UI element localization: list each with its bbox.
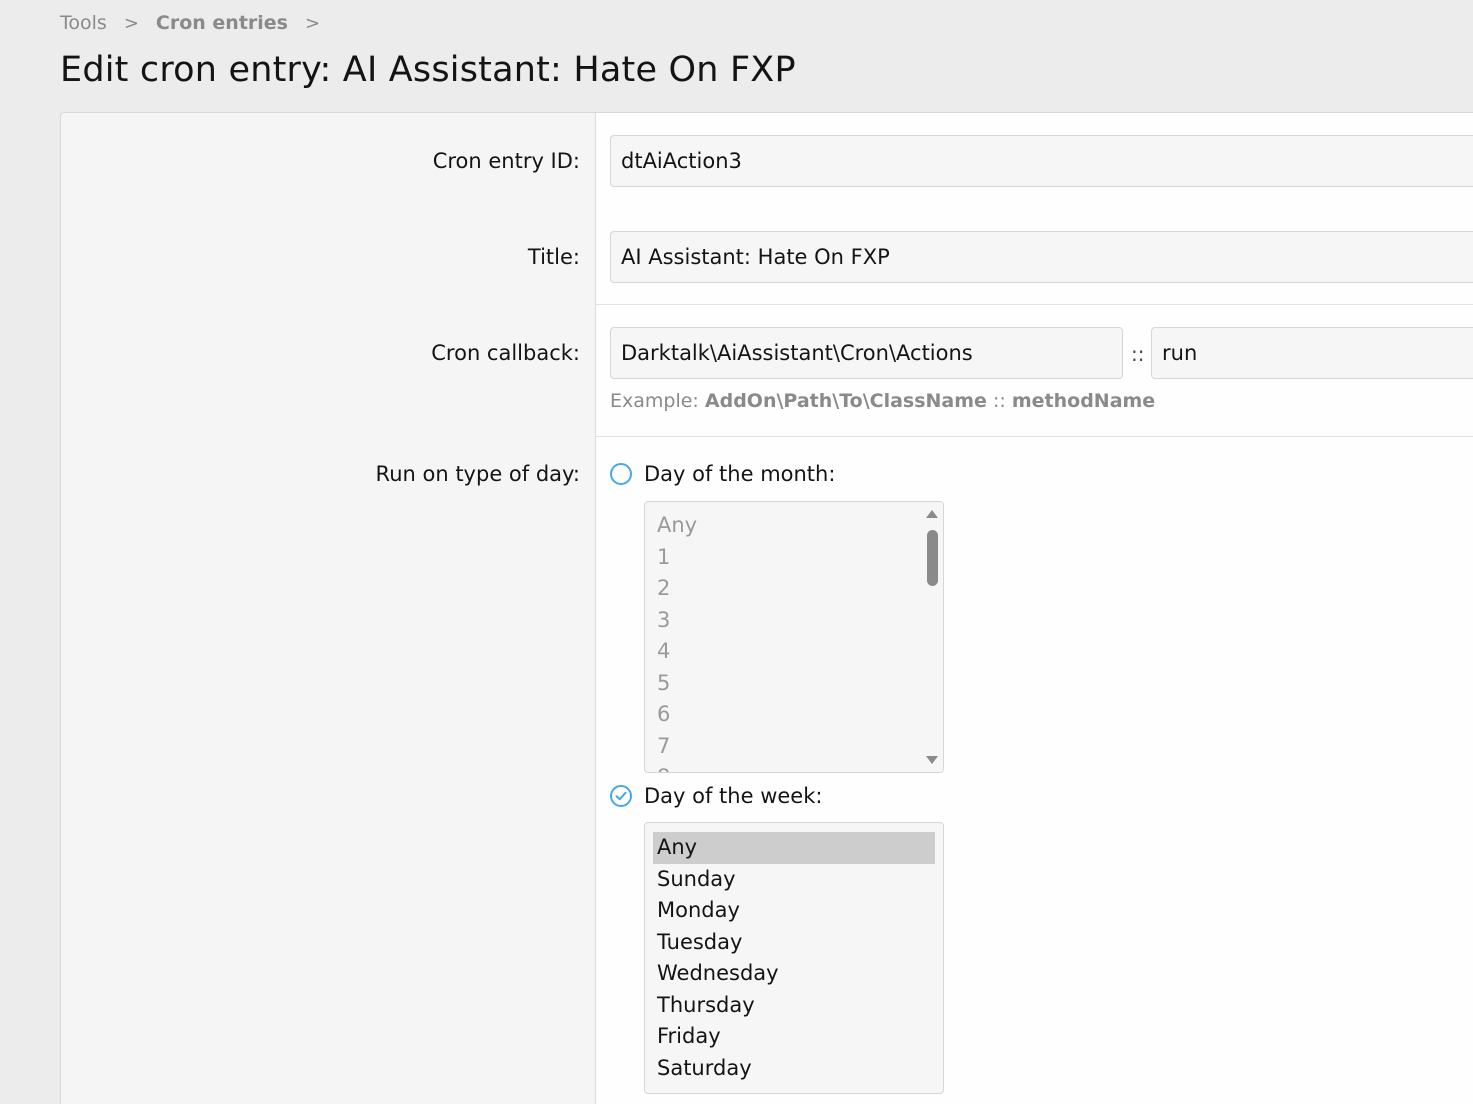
list-option[interactable]: 7 <box>645 731 943 763</box>
row-divider <box>595 436 1473 437</box>
checkmark-icon <box>615 791 627 801</box>
hint-separator: :: <box>992 390 1006 412</box>
title-label: Title: <box>527 245 580 269</box>
callback-separator: :: <box>1131 342 1145 366</box>
hint-method: methodName <box>1011 390 1156 412</box>
callback-method-input[interactable]: run <box>1151 327 1473 379</box>
day-of-month-radio[interactable] <box>610 463 632 485</box>
hint-prefix: Example: <box>610 390 699 412</box>
list-option[interactable]: Wednesday <box>645 958 943 990</box>
chevron-right-icon: > <box>123 12 139 34</box>
list-option[interactable]: Thursday <box>645 990 943 1022</box>
list-option[interactable]: Any <box>645 510 943 542</box>
day-of-week-radio[interactable] <box>610 785 632 807</box>
list-option[interactable]: Sunday <box>645 864 943 896</box>
day-of-week-label: Day of the week: <box>644 784 823 808</box>
page: Tools > Cron entries > Edit cron entry: … <box>0 0 1473 1104</box>
form-label-column <box>61 113 595 1104</box>
cron-entry-id-input[interactable]: dtAiAction3 <box>610 135 1473 187</box>
breadcrumb: Tools > Cron entries > <box>60 12 337 34</box>
scroll-down-arrow-icon[interactable] <box>926 756 938 764</box>
title-input[interactable]: AI Assistant: Hate On FXP <box>610 231 1473 283</box>
list-option[interactable]: Tuesday <box>645 927 943 959</box>
day-of-week-option[interactable]: Day of the week: <box>610 784 822 808</box>
list-option[interactable]: 4 <box>645 636 943 668</box>
callback-class-input[interactable]: Darktalk\AiAssistant\Cron\Actions <box>610 327 1123 379</box>
page-title: Edit cron entry: AI Assistant: Hate On F… <box>60 50 796 90</box>
listbox-scrollbar[interactable] <box>921 502 943 772</box>
list-option[interactable]: Saturday <box>645 1053 943 1085</box>
day-of-month-label: Day of the month: <box>644 462 836 486</box>
scroll-up-arrow-icon[interactable] <box>926 510 938 518</box>
list-option[interactable]: 8 <box>645 762 943 772</box>
list-option-selected[interactable]: Any <box>653 832 935 864</box>
list-option[interactable]: Friday <box>645 1021 943 1053</box>
list-option[interactable]: 3 <box>645 605 943 637</box>
hint-class: AddOn\Path\To\ClassName <box>704 390 987 412</box>
row-divider <box>595 304 1473 305</box>
cron-entry-form: Cron entry ID: dtAiAction3 Title: AI Ass… <box>60 112 1473 1104</box>
run-on-type-of-day-label: Run on type of day: <box>375 462 580 486</box>
cron-entry-id-label: Cron entry ID: <box>432 149 580 173</box>
callback-example-hint: Example: AddOn\Path\To\ClassName :: meth… <box>610 390 1155 412</box>
day-of-month-listbox[interactable]: Any 1 2 3 4 5 6 7 8 <box>644 501 944 773</box>
chevron-right-icon: > <box>305 12 321 34</box>
breadcrumb-cron-entries-link[interactable]: Cron entries <box>156 12 288 34</box>
list-option[interactable]: 6 <box>645 699 943 731</box>
day-of-month-options: Any 1 2 3 4 5 6 7 8 <box>645 502 943 772</box>
list-option[interactable]: 5 <box>645 668 943 700</box>
list-option[interactable]: 2 <box>645 573 943 605</box>
cron-callback-label: Cron callback: <box>431 341 580 365</box>
day-of-week-listbox[interactable]: Any Sunday Monday Tuesday Wednesday Thur… <box>644 822 944 1094</box>
day-of-month-option[interactable]: Day of the month: <box>610 462 835 486</box>
list-option[interactable]: Monday <box>645 895 943 927</box>
list-option[interactable]: 1 <box>645 542 943 574</box>
scrollbar-thumb[interactable] <box>927 530 938 586</box>
day-of-week-options: Any Sunday Monday Tuesday Wednesday Thur… <box>645 823 943 1084</box>
breadcrumb-tools-link[interactable]: Tools <box>60 12 107 34</box>
